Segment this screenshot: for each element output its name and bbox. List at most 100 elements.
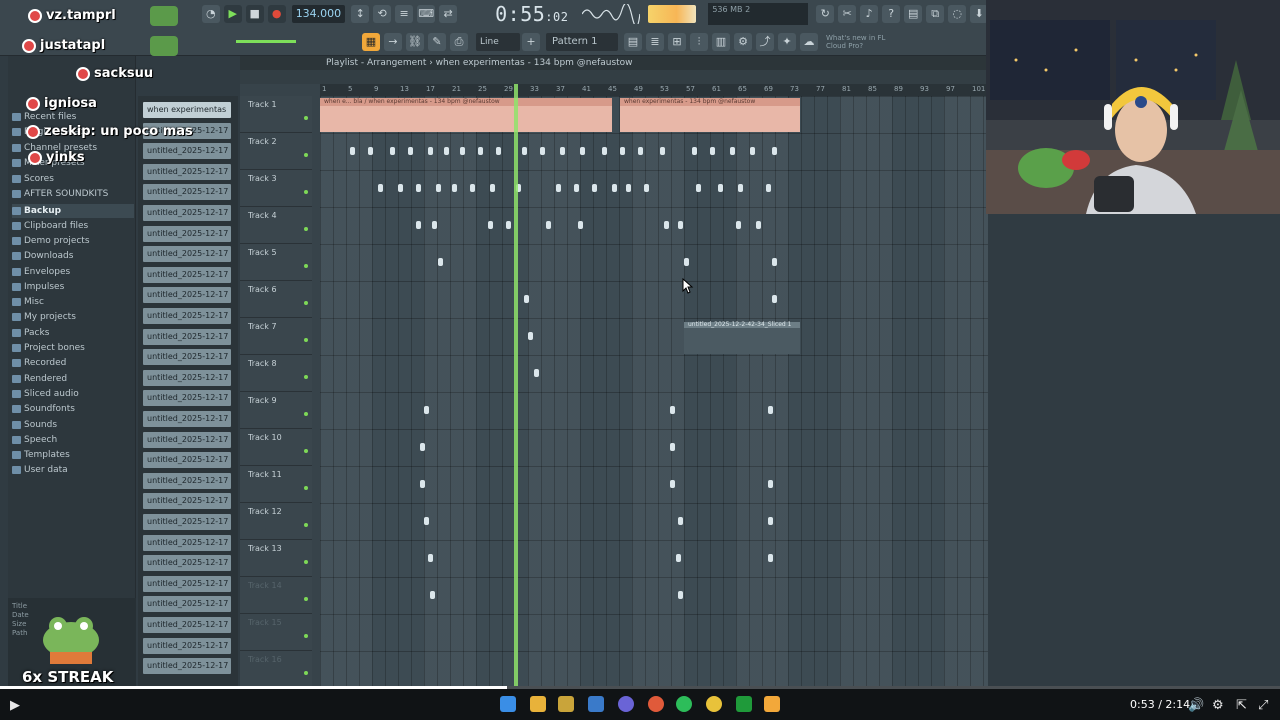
track-mute-led[interactable]: [304, 301, 308, 305]
track-header[interactable]: Track 15: [240, 614, 312, 651]
pattern-note[interactable]: [424, 517, 429, 525]
pattern-note[interactable]: [592, 184, 597, 192]
pattern-note[interactable]: [696, 184, 701, 192]
track-header[interactable]: Track 6: [240, 281, 312, 318]
play-icon[interactable]: ▶: [10, 698, 20, 713]
pattern-note[interactable]: [506, 221, 511, 229]
pattern-note[interactable]: [772, 295, 777, 303]
plugin-icon[interactable]: ⚙: [734, 33, 752, 51]
cut-icon[interactable]: ✂: [838, 5, 857, 23]
pattern-note[interactable]: [620, 147, 625, 155]
mic-icon[interactable]: ♪: [860, 5, 879, 23]
pencil-icon[interactable]: ✎: [428, 33, 446, 51]
track-header[interactable]: Track 16: [240, 651, 312, 686]
play-button[interactable]: ▶: [223, 5, 242, 23]
pattern-note[interactable]: [768, 554, 773, 562]
pattern-note[interactable]: [522, 147, 527, 155]
channel-rack-icon[interactable]: ≣: [646, 33, 664, 51]
browser-item[interactable]: Demo projects: [12, 234, 90, 248]
pattern-note[interactable]: [478, 147, 483, 155]
pattern-note[interactable]: [452, 184, 457, 192]
clip-item[interactable]: untitled_2025-12-17 02 -: [143, 658, 231, 675]
clip-item[interactable]: untitled_2025-12-17 02 -: [143, 390, 231, 407]
track-mute-led[interactable]: [304, 523, 308, 527]
pattern-note[interactable]: [772, 147, 777, 155]
blend-icon[interactable]: ⇄: [439, 5, 458, 23]
pattern-note[interactable]: [424, 406, 429, 414]
pattern-note[interactable]: [766, 184, 771, 192]
stop-button[interactable]: ■: [245, 5, 264, 23]
track-header[interactable]: Track 14: [240, 577, 312, 614]
mixer-icon[interactable]: ⧉: [926, 5, 945, 23]
browser-item[interactable]: Soundfonts: [12, 402, 75, 416]
pattern-select[interactable]: Pattern 1: [546, 33, 618, 51]
clip-item[interactable]: untitled_2025-12-17 02 -: [143, 617, 231, 633]
pattern-note[interactable]: [556, 184, 561, 192]
pattern-note[interactable]: [540, 147, 545, 155]
browser-item[interactable]: Recent files: [12, 110, 76, 124]
clip-item[interactable]: untitled_2025-12-17 02 -: [143, 163, 231, 180]
link-icon[interactable]: ⛓: [406, 33, 424, 51]
clip-item[interactable]: untitled_2025-12-17 02 -: [143, 349, 231, 366]
tools-icon[interactable]: ✦: [778, 33, 796, 51]
browser-item[interactable]: Misc: [12, 295, 44, 309]
track-mute-led[interactable]: [304, 116, 308, 120]
pattern-note[interactable]: [420, 480, 425, 488]
save-icon[interactable]: ▤: [904, 5, 923, 23]
pattern-mode-button[interactable]: ▦: [362, 33, 380, 51]
record-button[interactable]: ●: [267, 5, 286, 23]
pattern-note[interactable]: [416, 184, 421, 192]
track-mute-led[interactable]: [304, 153, 308, 157]
timeline-ruler[interactable]: 1 5 9 13 17 21 25 29 33 37 41 45 49 53 57 61 65 69 73 77 81 8…: [320, 84, 988, 96]
pattern-note[interactable]: [578, 221, 583, 229]
track-mute-led[interactable]: [304, 486, 308, 490]
clip-item[interactable]: untitled_2025-12-17 02 -: [143, 184, 231, 201]
chat-icon[interactable]: ◌: [948, 5, 967, 23]
pattern-note[interactable]: [736, 221, 741, 229]
pattern-note[interactable]: [438, 258, 443, 266]
pattern-note[interactable]: [750, 147, 755, 155]
volume-icon[interactable]: 🔊: [1188, 698, 1204, 713]
track-mute-led[interactable]: [304, 227, 308, 231]
pattern-note[interactable]: [398, 184, 403, 192]
browser-item[interactable]: Impulses: [12, 280, 64, 294]
playhead[interactable]: [514, 84, 518, 686]
pattern-note[interactable]: [350, 147, 355, 155]
track-mute-led[interactable]: [304, 597, 308, 601]
track-mute-led[interactable]: [304, 190, 308, 194]
track-mute-led[interactable]: [304, 671, 308, 675]
track-mute-led[interactable]: [304, 634, 308, 638]
loop-icon[interactable]: ⟲: [373, 5, 392, 23]
track-header[interactable]: Track 1: [240, 96, 312, 133]
clip-item[interactable]: untitled_2025-12-17 02 -: [143, 205, 231, 221]
share-icon[interactable]: ⇱: [1236, 698, 1247, 713]
news-panel[interactable]: What's new in FL Cloud Pro?: [826, 34, 896, 50]
pattern-note[interactable]: [692, 147, 697, 155]
track-mute-led[interactable]: [304, 375, 308, 379]
pattern-note[interactable]: [524, 295, 529, 303]
pattern-note[interactable]: [638, 147, 643, 155]
browser-item[interactable]: User data: [12, 463, 68, 477]
track-header[interactable]: Track 11: [240, 466, 312, 503]
browser-item[interactable]: My projects: [12, 310, 76, 324]
pattern-note[interactable]: [368, 147, 373, 155]
playlist-title[interactable]: Playlist - Arrangement › when experiment…: [240, 56, 988, 70]
pattern-note[interactable]: [626, 184, 631, 192]
pattern-note[interactable]: [574, 184, 579, 192]
clip-item[interactable]: untitled_2025-12-17 02 -: [143, 369, 231, 386]
pattern-note[interactable]: [428, 554, 433, 562]
clip-item[interactable]: untitled_2025-12-17 02 -: [143, 575, 231, 592]
discord-icon[interactable]: [618, 696, 634, 712]
pattern-note[interactable]: [772, 258, 777, 266]
pattern-note[interactable]: [460, 147, 465, 155]
tempo-display[interactable]: 134.000: [291, 5, 346, 23]
track-header[interactable]: Track 5: [240, 244, 312, 281]
clip-item[interactable]: untitled_2025-12-17 02 -: [143, 555, 231, 572]
pattern-note[interactable]: [768, 480, 773, 488]
pattern-note[interactable]: [378, 184, 383, 192]
windows-start-icon[interactable]: [500, 696, 516, 712]
clip-item[interactable]: untitled_2025-12-17 02 -: [143, 411, 231, 427]
track-header[interactable]: Track 9: [240, 392, 312, 429]
pattern-note[interactable]: [612, 184, 617, 192]
pattern-note[interactable]: [664, 221, 669, 229]
